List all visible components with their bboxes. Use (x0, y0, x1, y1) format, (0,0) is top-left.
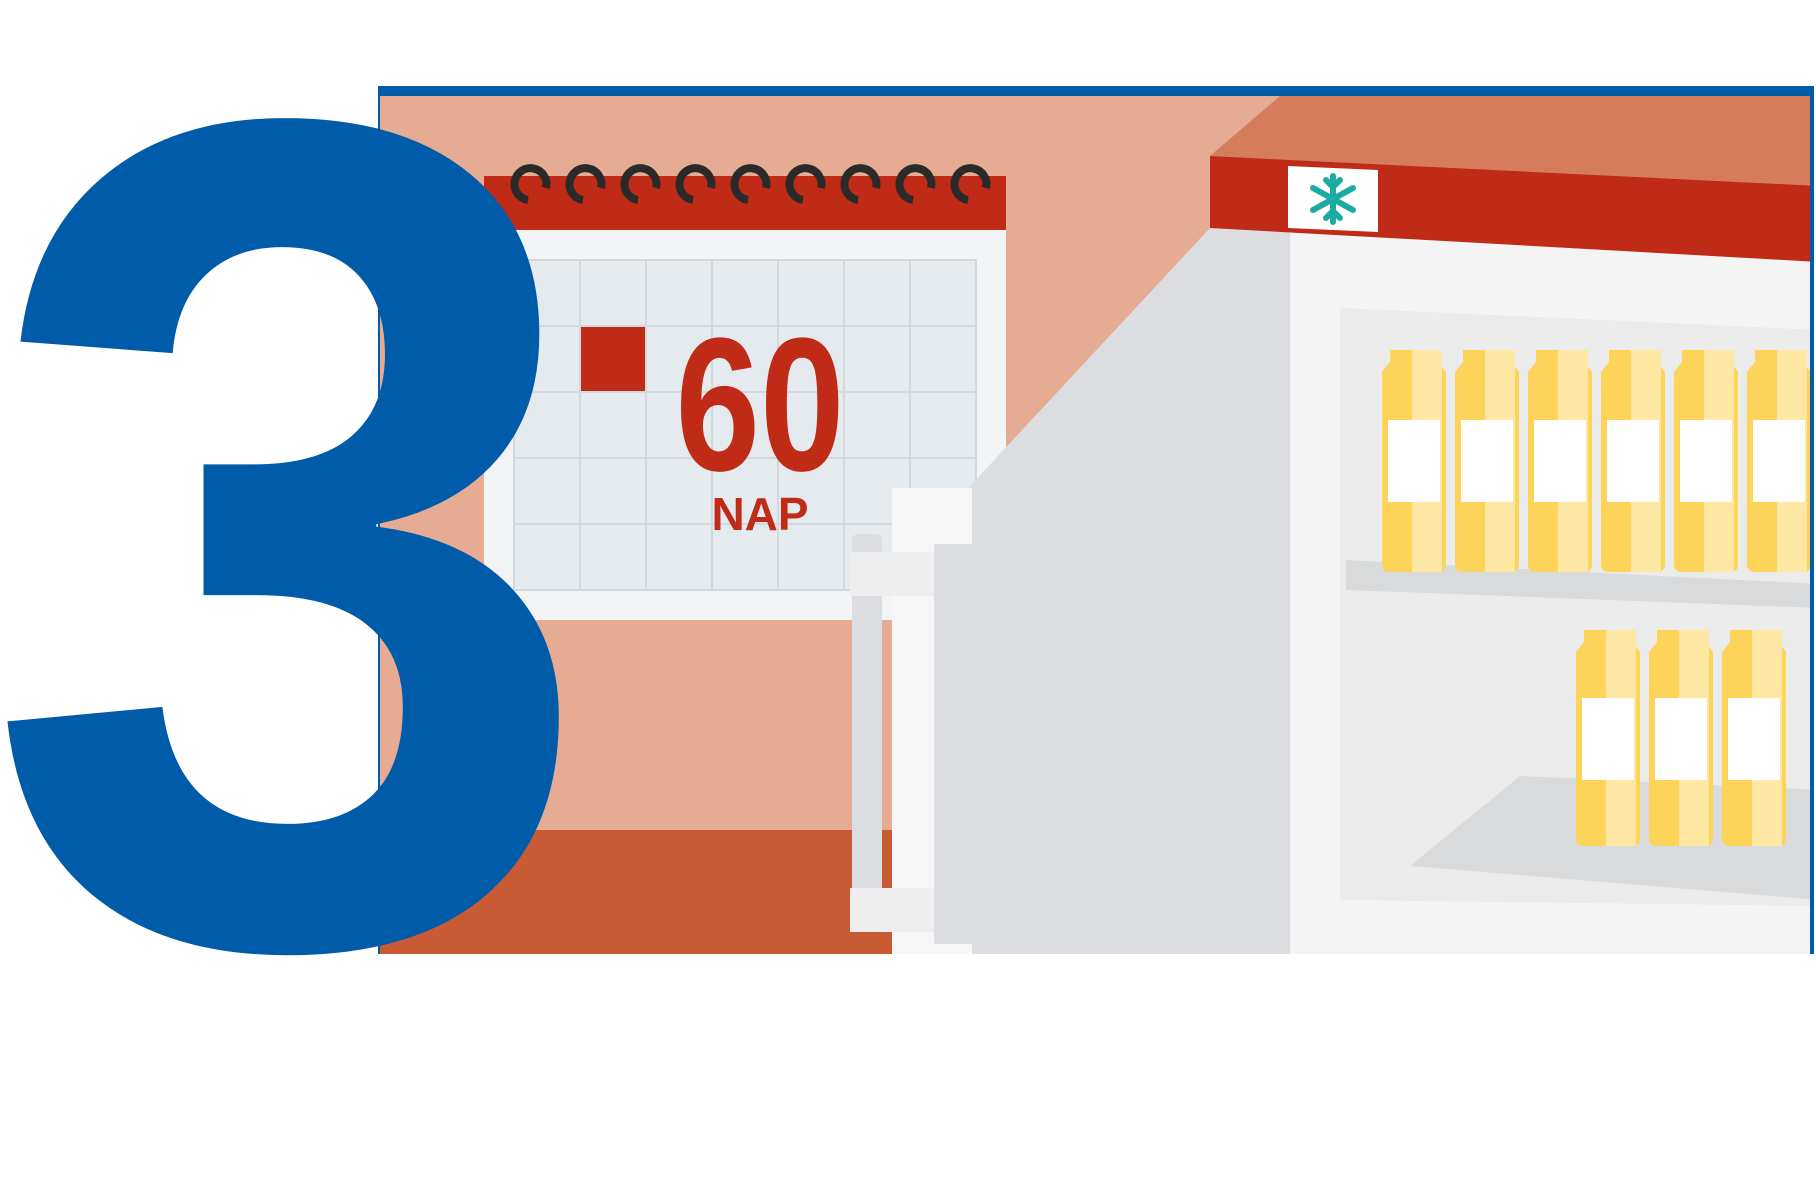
calendar-days-value: 60 (675, 299, 844, 511)
bottle-icon (1382, 350, 1446, 572)
illustration-scene: 60 NAP 3 (0, 0, 1816, 1124)
bottle-icon (1576, 630, 1640, 846)
calendar-days-unit: NAP (711, 488, 808, 540)
bottle-icon (1455, 350, 1519, 572)
bottle-icon (1674, 350, 1738, 572)
bottle-icon (1528, 350, 1592, 572)
bottle-icon (1649, 630, 1713, 846)
bottle-row-lower (1576, 630, 1786, 846)
bottle-icon (1722, 630, 1786, 846)
bottle-icon (1601, 350, 1665, 572)
calendar-marked-day (581, 327, 645, 391)
step-number: 3 (0, 0, 599, 1193)
bottle-icon (1747, 350, 1810, 572)
